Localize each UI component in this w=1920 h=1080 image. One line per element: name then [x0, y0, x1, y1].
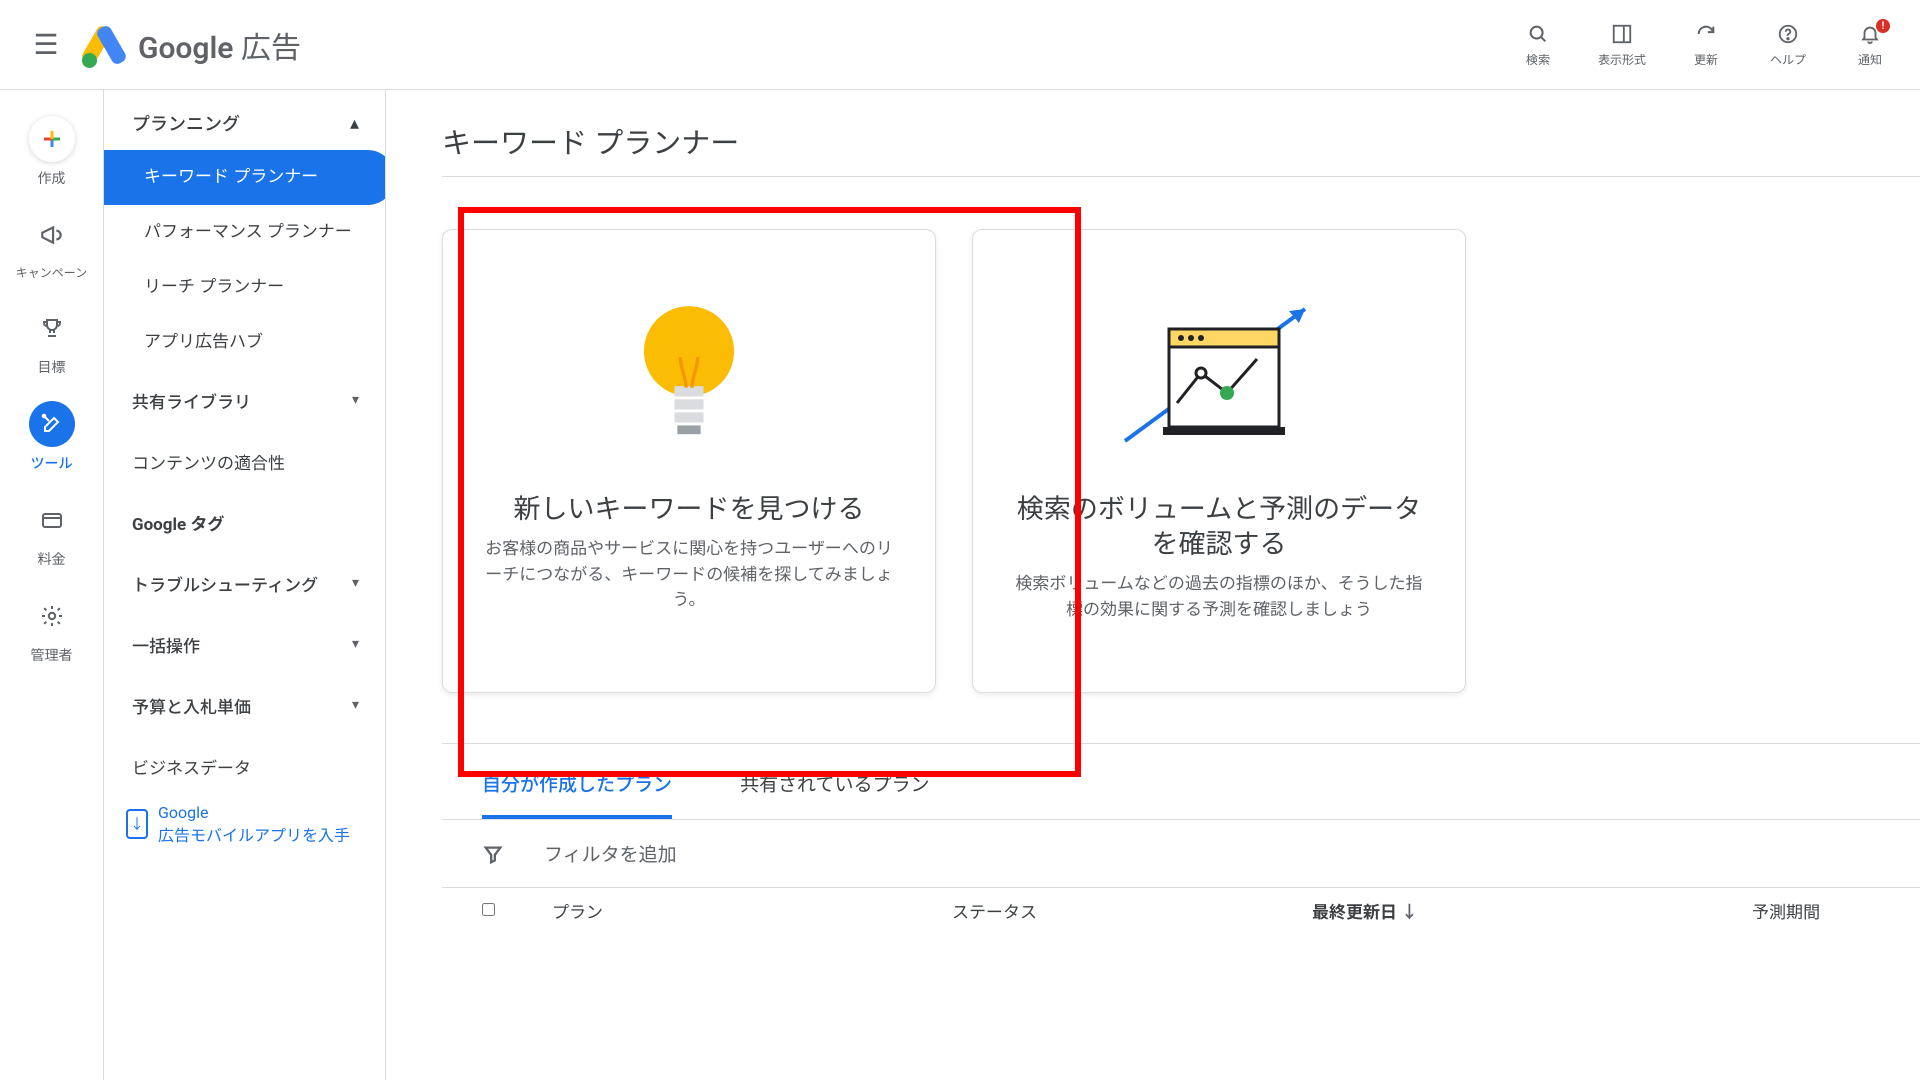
main-content: キーワード プランナー 新しいキーワードを見つける お客様の商品やサービスに関心… — [386, 90, 1920, 1080]
left-rail: 作成 キャンペーン 目標 ツール 料金 — [0, 90, 104, 1080]
chevron-down-icon: ▾ — [352, 636, 359, 652]
col-plan[interactable]: プラン — [552, 898, 952, 923]
notifications-button[interactable]: ! 通知 — [1848, 21, 1892, 68]
notifications-label: 通知 — [1858, 51, 1882, 68]
filter-bar[interactable]: フィルタを追加 — [442, 820, 1920, 887]
megaphone-icon — [29, 212, 75, 258]
rail-goals-label: 目標 — [38, 357, 66, 377]
search-label: 検索 — [1526, 51, 1550, 68]
section-planning-label: プランニング — [132, 110, 240, 136]
rail-campaigns-label: キャンペーン — [16, 264, 87, 281]
app-bar: ☰ Google 広告 検索 表示形式 更新 — [0, 0, 1920, 90]
rail-campaigns[interactable]: キャンペーン — [16, 212, 87, 281]
col-last-updated[interactable]: 最終更新日↓ — [1312, 898, 1752, 923]
tools-icon — [29, 401, 75, 447]
nav-business-data[interactable]: ビジネスデータ — [104, 736, 385, 797]
chevron-down-icon: ▾ — [352, 697, 359, 713]
plans-table-header: プラン ステータス 最終更新日↓ 予測期間 — [442, 888, 1920, 923]
ads-logo-icon — [84, 25, 124, 65]
notification-badge: ! — [1876, 19, 1890, 33]
rail-tools[interactable]: ツール — [29, 401, 75, 473]
col-status[interactable]: ステータス — [952, 898, 1312, 923]
rail-billing-label: 料金 — [38, 549, 66, 569]
filter-label: フィルタを追加 — [544, 840, 677, 867]
layout-icon — [1611, 21, 1633, 47]
search-icon — [1527, 21, 1549, 47]
section-troubleshooting[interactable]: トラブルシューティング ▾ — [104, 553, 385, 614]
tools-side-panel: プランニング ▴ キーワード プランナー パフォーマンス プランナー リーチ プ… — [104, 90, 386, 1080]
col-forecast-period[interactable]: 予測期間 — [1752, 898, 1872, 923]
trophy-icon — [29, 305, 75, 351]
chevron-down-icon: ▾ — [352, 392, 359, 408]
rail-admin[interactable]: 管理者 — [29, 593, 75, 665]
product-logo[interactable]: Google 広告 — [84, 23, 301, 67]
card-icon — [29, 497, 75, 543]
product-name: Google 広告 — [138, 23, 301, 67]
layout-label: 表示形式 — [1598, 51, 1646, 68]
section-budgets-bids[interactable]: 予算と入札単価 ▾ — [104, 675, 385, 736]
mobile-app-prompt[interactable]: ↓ Google 広告モバイルアプリを入手 — [104, 797, 385, 852]
rail-create[interactable]: 作成 — [29, 116, 75, 188]
chevron-up-icon: ▴ — [350, 113, 359, 134]
tab-shared-plans[interactable]: 共有されているプラン — [740, 756, 929, 819]
card-search-volume[interactable]: 検索のボリュームと予測のデータを確認する 検索ボリュームなどの過去の指標のほか、… — [972, 229, 1466, 693]
menu-icon[interactable]: ☰ — [22, 28, 70, 61]
refresh-label: 更新 — [1694, 51, 1718, 68]
refresh-button[interactable]: 更新 — [1684, 21, 1728, 68]
nav-google-tag[interactable]: Google タグ — [104, 492, 385, 553]
tab-my-plans[interactable]: 自分が作成したプラン — [482, 756, 672, 819]
rail-tools-label: ツール — [31, 453, 73, 473]
help-button[interactable]: ヘルプ — [1766, 21, 1810, 68]
card1-desc: お客様の商品やサービスに関心を持つユーザーへのリーチにつながる、キーワードの候補… — [479, 537, 899, 614]
analytics-icon — [1119, 276, 1319, 476]
gear-icon — [29, 593, 75, 639]
chevron-down-icon: ▾ — [352, 575, 359, 591]
search-button[interactable]: 検索 — [1516, 21, 1560, 68]
help-icon — [1777, 21, 1799, 47]
section-shared-library-label: 共有ライブラリ — [132, 388, 251, 413]
nav-app-hub[interactable]: アプリ広告ハブ — [104, 315, 385, 370]
section-bulk-actions[interactable]: 一括操作 ▾ — [104, 614, 385, 675]
plus-icon — [29, 116, 75, 162]
card-discover-keywords[interactable]: 新しいキーワードを見つける お客様の商品やサービスに関心を持つユーザーへのリーチ… — [442, 229, 936, 693]
select-all-checkbox[interactable] — [482, 903, 495, 916]
section-planning[interactable]: プランニング ▴ — [104, 90, 385, 150]
card2-title: 検索のボリュームと予測のデータを確認する — [1009, 492, 1429, 562]
option-cards: 新しいキーワードを見つける お客様の商品やサービスに関心を持つユーザーへのリーチ… — [442, 177, 1920, 743]
nav-keyword-planner[interactable]: キーワード プランナー — [104, 150, 386, 205]
plan-tabs: 自分が作成したプラン 共有されているプラン — [442, 744, 1920, 819]
lightbulb-icon — [629, 276, 749, 476]
nav-performance-planner[interactable]: パフォーマンス プランナー — [104, 205, 385, 260]
layout-button[interactable]: 表示形式 — [1598, 21, 1646, 68]
nav-content-suitability[interactable]: コンテンツの適合性 — [104, 431, 385, 492]
filter-icon — [482, 843, 504, 865]
refresh-icon — [1695, 21, 1717, 47]
rail-goals[interactable]: 目標 — [29, 305, 75, 377]
help-label: ヘルプ — [1770, 51, 1806, 68]
section-shared-library[interactable]: 共有ライブラリ ▾ — [104, 370, 385, 431]
page-title: キーワード プランナー — [442, 120, 1920, 162]
sort-down-icon: ↓ — [1401, 903, 1418, 923]
rail-create-label: 作成 — [38, 168, 66, 188]
card2-desc: 検索ボリュームなどの過去の指標のほか、そうした指標の効果に関する予測を確認しまし… — [1009, 572, 1429, 623]
card1-title: 新しいキーワードを見つける — [514, 492, 865, 527]
mobile-icon: ↓ — [126, 809, 148, 839]
nav-reach-planner[interactable]: リーチ プランナー — [104, 260, 385, 315]
rail-admin-label: 管理者 — [31, 645, 73, 665]
rail-billing[interactable]: 料金 — [29, 497, 75, 569]
